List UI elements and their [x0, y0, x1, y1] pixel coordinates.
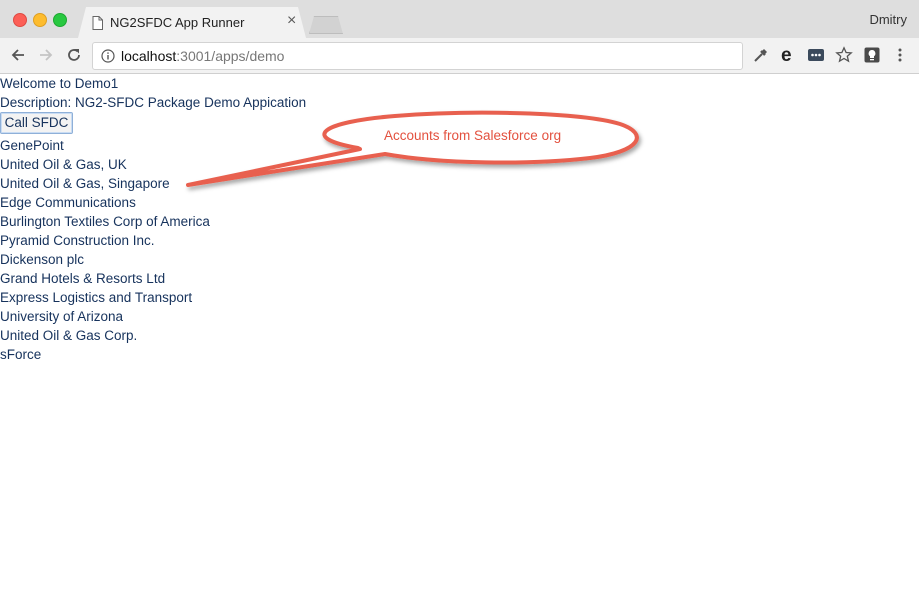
list-item: Grand Hotels & Resorts Ltd	[0, 271, 166, 286]
star-icon[interactable]	[835, 46, 853, 64]
list-item: Express Logistics and Transport	[0, 290, 193, 305]
address-bar[interactable]: localhost:3001/apps/demo	[92, 42, 743, 70]
list-item: United Oil & Gas Corp.	[0, 328, 138, 343]
list-item: University of Arizona	[0, 309, 124, 324]
arrow-right-icon[interactable]	[37, 46, 55, 64]
url-path: :3001/apps/demo	[176, 48, 285, 64]
reload-icon[interactable]	[65, 46, 83, 64]
maximize-window-button[interactable]	[53, 13, 67, 27]
url-host: localhost	[121, 48, 177, 64]
e-icon[interactable]: e	[779, 46, 797, 64]
close-window-button[interactable]	[13, 13, 27, 27]
profile-name[interactable]: Dmitry	[869, 12, 907, 27]
welcome-heading: Welcome to Demo1	[0, 76, 119, 91]
tab-close-icon[interactable]: ×	[287, 13, 296, 29]
browser-toolbar: localhost:3001/apps/demo e	[0, 38, 919, 74]
call-sfdc-button[interactable]: Call SFDC	[0, 112, 73, 134]
list-item: Pyramid Construction Inc.	[0, 233, 155, 248]
new-tab-button[interactable]	[309, 16, 343, 34]
list-item: GenePoint	[0, 138, 64, 153]
list-item: Dickenson plc	[0, 252, 85, 267]
callout-text: Accounts from Salesforce org	[384, 128, 562, 143]
page-icon	[92, 16, 103, 30]
callout-bubble	[186, 110, 639, 187]
svg-text:e: e	[781, 46, 792, 64]
arrow-left-icon[interactable]	[9, 46, 27, 64]
list-item: Burlington Textiles Corp of America	[0, 214, 210, 229]
title-bar: NG2SFDC App Runner × Dmitry	[0, 0, 919, 38]
browser-tab[interactable]: NG2SFDC App Runner ×	[78, 7, 306, 38]
accounts-list: GenePoint United Oil & Gas, UK United Oi…	[0, 136, 210, 364]
kebab-menu-icon[interactable]	[891, 46, 909, 64]
eyedropper-icon[interactable]	[752, 46, 770, 64]
tab-title: NG2SFDC App Runner	[110, 15, 245, 30]
password-dots-icon[interactable]	[807, 46, 825, 64]
list-item: sForce	[0, 347, 42, 362]
minimize-window-button[interactable]	[33, 13, 47, 27]
list-item: United Oil & Gas, UK	[0, 157, 127, 172]
lightbulb-icon[interactable]	[863, 46, 881, 64]
info-icon[interactable]	[101, 49, 115, 63]
list-item: United Oil & Gas, Singapore	[0, 176, 170, 191]
url-text: localhost:3001/apps/demo	[121, 48, 284, 64]
list-item: Edge Communications	[0, 195, 136, 210]
